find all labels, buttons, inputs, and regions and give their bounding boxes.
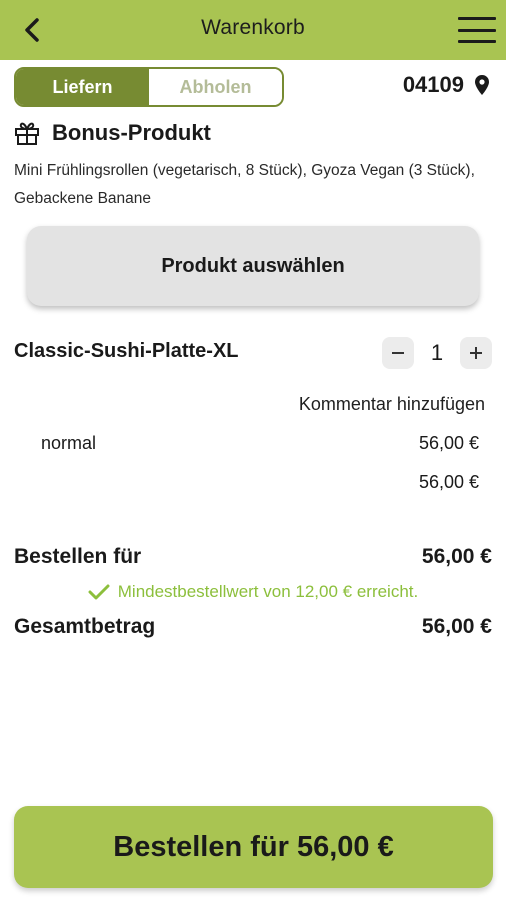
variant-row: normal 56,00 € [41, 433, 479, 454]
add-comment-link[interactable]: Kommentar hinzufügen [299, 394, 485, 415]
quantity-stepper: 1 [382, 337, 492, 369]
variant-name: normal [41, 433, 97, 453]
increase-quantity-button[interactable] [460, 337, 492, 369]
bonus-title: Bonus-Produkt [52, 120, 211, 145]
order-summary-row: Bestellen für 56,00 € [14, 545, 492, 569]
checkout-button[interactable]: Bestellen für 56,00 € [14, 806, 493, 888]
item-subtotal: 56,00 € [418, 472, 479, 492]
decrease-quantity-button[interactable] [382, 337, 414, 369]
total-value: 56,00 € [421, 615, 492, 638]
tab-abholen[interactable]: Abholen [149, 69, 282, 105]
quantity-value: 1 [430, 340, 444, 365]
checkmark-icon [88, 584, 110, 600]
total-label: Gesamtbetrag [14, 615, 156, 638]
app-header: Warenkorb [0, 0, 506, 60]
location-pin-icon [475, 75, 489, 95]
min-order-note: Mindestbestellwert von 12,00 € erreicht. [0, 582, 506, 602]
bonus-description: Mini Frühlingsrollen (vegetarisch, 8 Stü… [14, 162, 475, 207]
cart-item-name: Classic-Sushi-Platte-XL [14, 340, 239, 362]
tab-liefern[interactable]: Liefern [16, 69, 149, 105]
location-selector[interactable]: 04109 [403, 72, 490, 98]
order-label: Bestellen für [14, 545, 142, 568]
min-order-text: Mindestbestellwert von 12,00 € erreicht. [117, 582, 419, 601]
menu-button[interactable] [458, 15, 496, 45]
minus-icon [392, 352, 404, 354]
total-row: Gesamtbetrag 56,00 € [14, 615, 492, 639]
page-title: Warenkorb [201, 16, 305, 39]
order-value: 56,00 € [421, 545, 492, 568]
hamburger-menu-icon [458, 17, 496, 20]
plus-icon [470, 347, 482, 359]
zip-code: 04109 [402, 72, 464, 97]
bonus-heading: Bonus-Produkt [14, 120, 211, 146]
delivery-mode-toggle: Liefern Abholen [14, 67, 284, 107]
variant-price: 56,00 € [418, 433, 479, 453]
gift-icon [15, 122, 39, 145]
select-product-button[interactable]: Produkt auswählen [27, 226, 479, 306]
